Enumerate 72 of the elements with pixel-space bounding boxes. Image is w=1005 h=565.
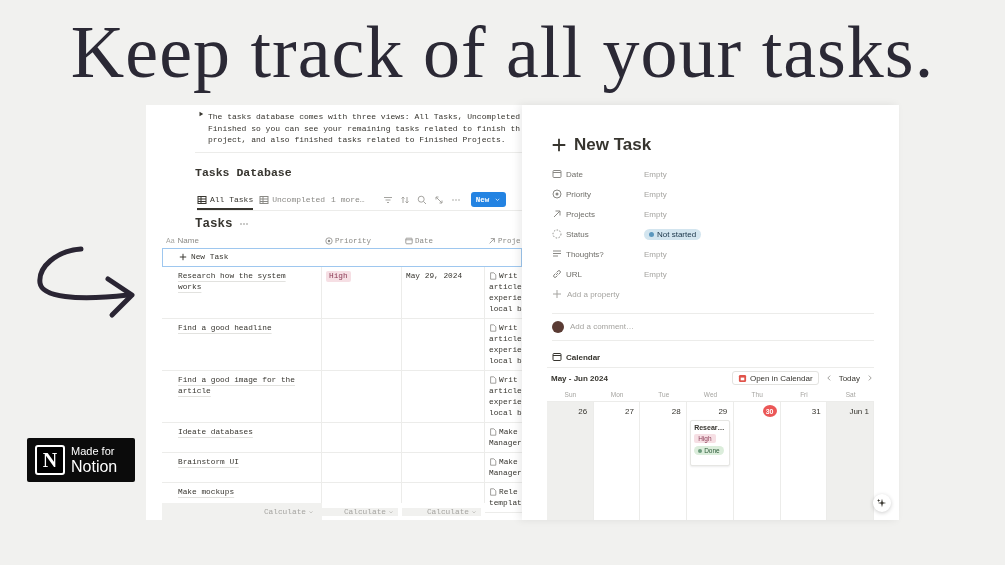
database-title: Tasks — [195, 216, 233, 231]
page-icon — [489, 428, 497, 436]
toggle-triangle-icon — [198, 111, 204, 117]
property-label: Thoughts? — [566, 249, 604, 259]
chevron-down-icon — [388, 508, 394, 515]
property-label: Status — [566, 229, 589, 239]
task-title: New Task — [574, 135, 652, 155]
description-line: The tasks database comes with three views: All Tasks, Uncompleted — [208, 111, 521, 123]
more-views-link[interactable]: 1 more… — [331, 195, 365, 204]
chevron-down-icon — [308, 508, 314, 515]
day-cell[interactable]: 28 — [640, 402, 688, 520]
search-icon — [416, 194, 427, 205]
headline: Keep track of all your tasks. — [69, 10, 936, 95]
day-number: Jun 1 — [848, 405, 870, 417]
calendar-icon — [552, 352, 562, 363]
arrow-icon — [488, 236, 496, 245]
chevron-left-icon — [824, 374, 833, 382]
status-tag[interactable]: Not started — [644, 228, 702, 240]
calendar-icon — [552, 169, 562, 179]
table-icon — [197, 194, 207, 205]
day-number: 29 — [717, 405, 729, 417]
day-number: 28 — [670, 405, 682, 417]
day-number: 27 — [623, 405, 635, 417]
curved-arrow-icon — [36, 245, 136, 320]
dashed-circle-icon — [552, 229, 562, 239]
filter-icon — [382, 194, 393, 205]
day-cell[interactable]: 26 — [547, 402, 594, 520]
property-label: Date — [566, 169, 583, 179]
page-icon — [489, 376, 497, 384]
today-button[interactable]: Today — [838, 373, 860, 383]
table-icon — [259, 194, 270, 205]
property-label: URL — [566, 269, 582, 279]
lines-icon — [552, 249, 562, 259]
sort-icon — [399, 194, 410, 205]
plus-icon — [552, 289, 562, 299]
ai-sparkle-button[interactable] — [873, 494, 891, 512]
sparkle-icon — [877, 498, 887, 508]
avatar — [552, 320, 564, 333]
page-icon — [489, 488, 497, 496]
chevron-down-icon — [494, 196, 502, 203]
logo: N — [35, 445, 65, 475]
page-icon — [489, 458, 497, 466]
day-cell[interactable]: 27 — [593, 402, 641, 520]
description-line: project, and also finished tasks related to Finished Projects. — [208, 134, 507, 146]
open-calendar-button[interactable]: Open in Calendar — [731, 371, 819, 385]
property-label: Projects — [566, 209, 595, 219]
view-tab[interactable]: Uncompleted — [259, 189, 326, 210]
page-icon — [489, 324, 497, 332]
plus-icon — [179, 253, 187, 261]
day-number: 26 — [577, 405, 589, 417]
plus-icon — [552, 138, 566, 152]
description-line: Finished so you can see your remaining tasks related to finish th — [208, 122, 521, 134]
badge-title: Notion — [71, 458, 118, 475]
link-icon — [552, 269, 562, 279]
expand-icon — [433, 194, 444, 205]
circle-dot-icon — [552, 189, 562, 199]
page-icon — [489, 272, 497, 280]
arrow-icon — [552, 209, 562, 219]
section-heading: Tasks Database — [195, 165, 293, 179]
day-cell[interactable]: Jun 1 — [827, 402, 874, 520]
day-number: 31 — [810, 405, 822, 417]
calendar-title: Calendar — [566, 352, 601, 362]
chevron-down-icon — [471, 508, 477, 515]
view-tab[interactable]: All Tasks — [197, 189, 254, 210]
calendar-icon — [737, 373, 747, 383]
chevron-right-icon — [866, 374, 874, 382]
circle-dot-icon — [325, 236, 333, 245]
column-header[interactable]: Name — [177, 236, 199, 245]
month-range: May - Jun 2024 — [550, 373, 609, 383]
calendar-icon — [405, 236, 413, 245]
badge-caption: Made for — [71, 445, 116, 457]
property-label: Priority — [566, 189, 591, 199]
